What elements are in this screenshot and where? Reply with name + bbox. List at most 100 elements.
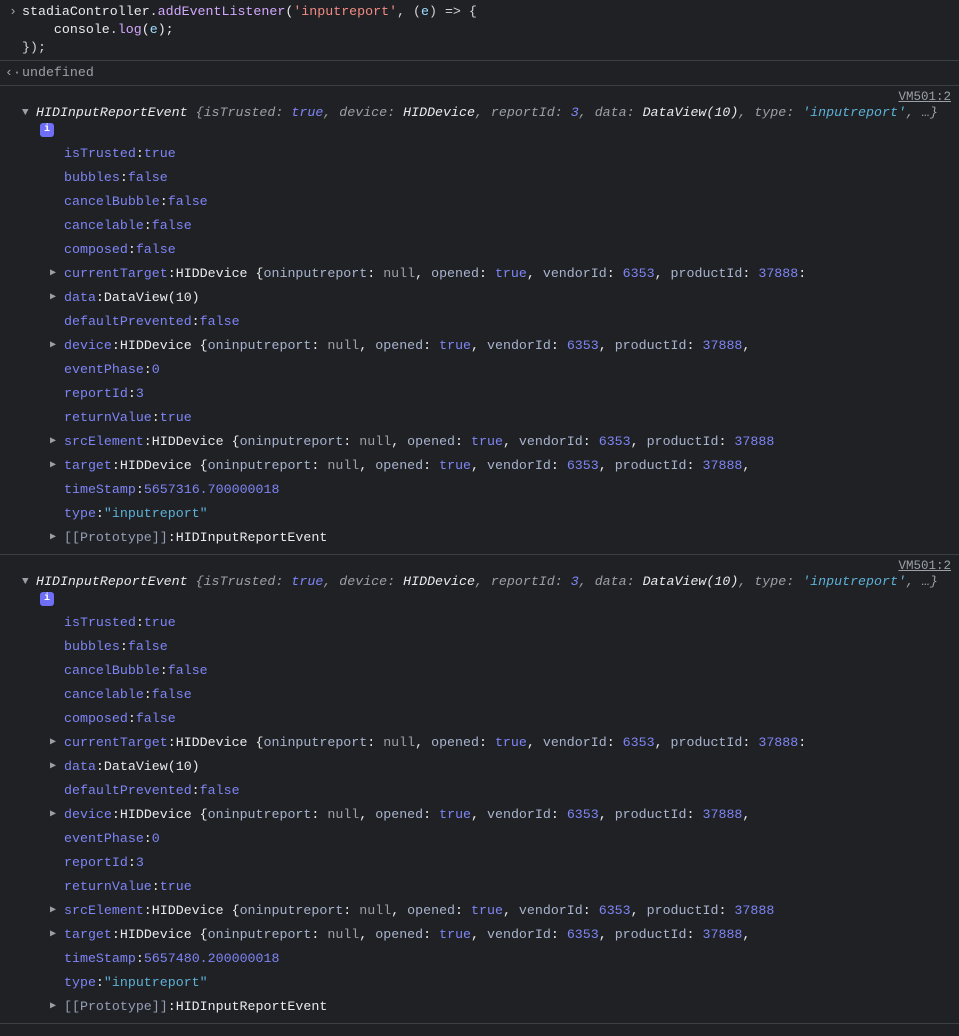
property-value: 5657316.700000018	[144, 478, 280, 502]
event-summary-row[interactable]: HIDInputReportEvent {isTrusted: true, de…	[0, 104, 959, 140]
event-summary-row[interactable]: HIDInputReportEvent {isTrusted: true, de…	[0, 573, 959, 609]
property-key: type	[64, 502, 96, 526]
property-key: device	[64, 803, 112, 827]
object-property-row[interactable]: isTrusted: true	[50, 142, 959, 166]
property-value: 0	[152, 827, 160, 851]
disclosure-triangle-down-icon[interactable]	[22, 573, 36, 591]
property-value: false	[128, 635, 168, 659]
info-badge-icon[interactable]: i	[40, 123, 54, 137]
object-property-row[interactable]: cancelable: false	[50, 683, 959, 707]
object-property-row[interactable]: [[Prototype]]: HIDInputReportEvent	[50, 995, 959, 1019]
property-value: HIDDevice {oninputreport: null, opened: …	[152, 430, 775, 454]
property-key: currentTarget	[64, 731, 168, 755]
object-property-row[interactable]: bubbles: false	[50, 635, 959, 659]
property-key: isTrusted	[64, 142, 136, 166]
property-key: data	[64, 286, 96, 310]
property-key: timeStamp	[64, 478, 136, 502]
property-key: target	[64, 454, 112, 478]
property-value: 3	[136, 851, 144, 875]
object-property-row[interactable]: composed: false	[50, 707, 959, 731]
property-key: reportId	[64, 851, 128, 875]
disclosure-triangle-right-icon[interactable]	[50, 430, 64, 454]
object-property-row[interactable]: cancelBubble: false	[50, 190, 959, 214]
object-property-row[interactable]: composed: false	[50, 238, 959, 262]
object-property-row[interactable]: device: HIDDevice {oninputreport: null, …	[50, 803, 959, 827]
property-key: type	[64, 971, 96, 995]
disclosure-triangle-right-icon[interactable]	[50, 286, 64, 310]
disclosure-triangle-down-icon[interactable]	[22, 104, 36, 122]
property-value: HIDDevice {oninputreport: null, opened: …	[120, 334, 751, 358]
property-key: composed	[64, 238, 128, 262]
property-value: true	[160, 875, 192, 899]
disclosure-triangle-right-icon[interactable]	[50, 334, 64, 358]
object-property-row[interactable]: [[Prototype]]: HIDInputReportEvent	[50, 526, 959, 550]
object-property-row[interactable]: defaultPrevented: false	[50, 310, 959, 334]
property-value: HIDDevice {oninputreport: null, opened: …	[176, 262, 807, 286]
object-property-row[interactable]: srcElement: HIDDevice {oninputreport: nu…	[50, 430, 959, 454]
source-link[interactable]: VM501:2	[0, 557, 959, 573]
disclosure-triangle-right-icon[interactable]	[50, 899, 64, 923]
disclosure-triangle-right-icon[interactable]	[50, 454, 64, 478]
info-badge-icon[interactable]: i	[40, 592, 54, 606]
object-property-row[interactable]: reportId: 3	[50, 382, 959, 406]
return-value: undefined	[22, 64, 959, 82]
object-property-row[interactable]: cancelable: false	[50, 214, 959, 238]
object-property-row[interactable]: defaultPrevented: false	[50, 779, 959, 803]
object-property-row[interactable]: data: DataView(10)	[50, 286, 959, 310]
object-property-row[interactable]: returnValue: true	[50, 406, 959, 430]
property-key: returnValue	[64, 406, 152, 430]
source-link[interactable]: VM501:2	[0, 88, 959, 104]
object-property-row[interactable]: isTrusted: true	[50, 611, 959, 635]
property-key: srcElement	[64, 430, 144, 454]
property-key: data	[64, 755, 96, 779]
property-value: 0	[152, 358, 160, 382]
property-value: HIDDevice {oninputreport: null, opened: …	[152, 899, 775, 923]
object-property-row[interactable]: timeStamp: 5657480.200000018	[50, 947, 959, 971]
property-value: HIDInputReportEvent	[176, 526, 328, 550]
property-key: cancelBubble	[64, 659, 160, 683]
property-key: timeStamp	[64, 947, 136, 971]
object-property-row[interactable]: target: HIDDevice {oninputreport: null, …	[50, 923, 959, 947]
property-value: HIDDevice {oninputreport: null, opened: …	[176, 731, 807, 755]
property-value: 3	[136, 382, 144, 406]
disclosure-triangle-right-icon[interactable]	[50, 995, 64, 1019]
property-value: DataView(10)	[104, 755, 200, 779]
disclosure-triangle-right-icon[interactable]	[50, 731, 64, 755]
property-value: false	[200, 310, 240, 334]
property-value: false	[200, 779, 240, 803]
disclosure-triangle-right-icon[interactable]	[50, 755, 64, 779]
object-property-row[interactable]: type: "inputreport"	[50, 971, 959, 995]
disclosure-triangle-right-icon[interactable]	[50, 262, 64, 286]
property-key: target	[64, 923, 112, 947]
object-property-row[interactable]: cancelBubble: false	[50, 659, 959, 683]
disclosure-triangle-right-icon[interactable]	[50, 526, 64, 550]
object-property-row[interactable]: device: HIDDevice {oninputreport: null, …	[50, 334, 959, 358]
input-code: stadiaController.addEventListener('input…	[22, 3, 959, 57]
object-property-row[interactable]: eventPhase: 0	[50, 827, 959, 851]
object-property-row[interactable]: timeStamp: 5657316.700000018	[50, 478, 959, 502]
property-key: cancelable	[64, 214, 144, 238]
object-property-row[interactable]: currentTarget: HIDDevice {oninputreport:…	[50, 262, 959, 286]
property-key: cancelable	[64, 683, 144, 707]
object-property-row[interactable]: data: DataView(10)	[50, 755, 959, 779]
object-property-row[interactable]: reportId: 3	[50, 851, 959, 875]
object-properties: isTrusted: truebubbles: falsecancelBubbl…	[0, 609, 959, 1019]
property-key: [[Prototype]]	[64, 526, 168, 550]
object-property-row[interactable]: target: HIDDevice {oninputreport: null, …	[50, 454, 959, 478]
property-value: false	[136, 707, 176, 731]
console-input-row[interactable]: › stadiaController.addEventListener('inp…	[0, 0, 959, 61]
object-property-row[interactable]: returnValue: true	[50, 875, 959, 899]
property-key: eventPhase	[64, 358, 144, 382]
object-property-row[interactable]: srcElement: HIDDevice {oninputreport: nu…	[50, 899, 959, 923]
property-key: defaultPrevented	[64, 310, 192, 334]
property-value: "inputreport"	[104, 502, 208, 526]
property-value: DataView(10)	[104, 286, 200, 310]
object-property-row[interactable]: type: "inputreport"	[50, 502, 959, 526]
object-property-row[interactable]: bubbles: false	[50, 166, 959, 190]
object-property-row[interactable]: currentTarget: HIDDevice {oninputreport:…	[50, 731, 959, 755]
property-value: "inputreport"	[104, 971, 208, 995]
disclosure-triangle-right-icon[interactable]	[50, 923, 64, 947]
property-value: true	[144, 611, 176, 635]
object-property-row[interactable]: eventPhase: 0	[50, 358, 959, 382]
disclosure-triangle-right-icon[interactable]	[50, 803, 64, 827]
